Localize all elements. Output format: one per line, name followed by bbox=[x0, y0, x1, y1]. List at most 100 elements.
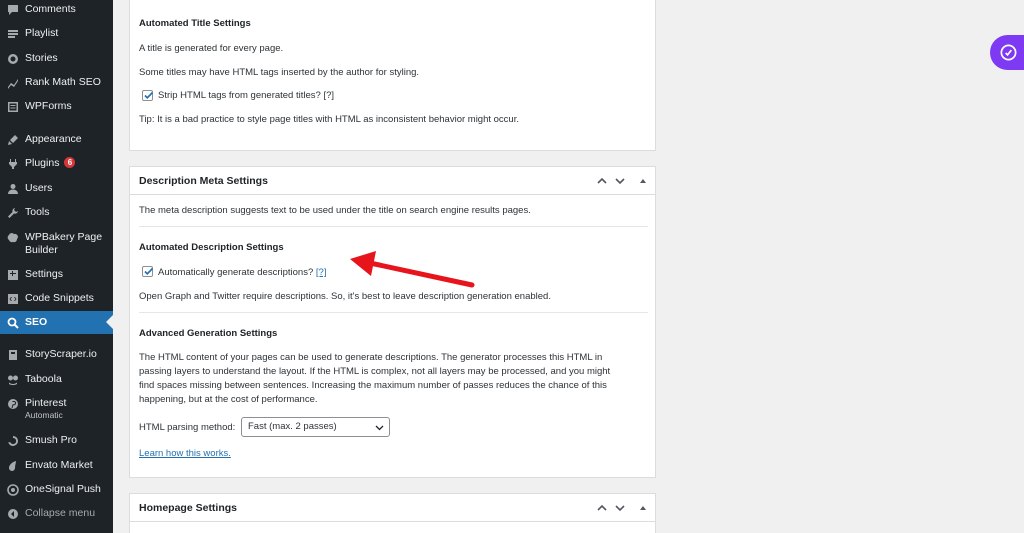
sidebar-item-label: Envato Market bbox=[25, 459, 93, 471]
parsing-method-label: HTML parsing method: bbox=[139, 422, 236, 433]
strip-html-help-link[interactable]: [?] bbox=[323, 90, 334, 101]
sidebar-item-label: Plugins bbox=[25, 157, 60, 169]
parsing-method-value: Fast (max. 2 passes) bbox=[248, 421, 337, 432]
advanced-generation-text: The HTML content of your pages can be us… bbox=[139, 352, 611, 405]
wpforms-icon bbox=[7, 101, 19, 113]
sidebar-item-storyscraper[interactable]: StoryScraper.io bbox=[0, 348, 113, 361]
description-intro: The meta description suggests text to be… bbox=[139, 205, 531, 216]
divider bbox=[139, 226, 648, 227]
update-count-badge: 6 bbox=[64, 157, 76, 168]
users-icon bbox=[7, 183, 19, 195]
sidebar-item-label: Appearance bbox=[25, 133, 82, 145]
smush-icon bbox=[7, 435, 19, 447]
onesignal-icon bbox=[7, 483, 19, 496]
sidebar-item-seo[interactable]: SEO bbox=[0, 311, 113, 334]
collapse-menu-button[interactable]: Collapse menu bbox=[0, 507, 113, 520]
code-snippets-icon bbox=[7, 293, 19, 305]
sidebar-item-label: Smush Pro bbox=[25, 434, 77, 446]
toggle-panel-icon[interactable] bbox=[636, 501, 650, 515]
sidebar-item-stories[interactable]: Stories bbox=[0, 52, 113, 65]
automated-description-heading: Automated Description Settings bbox=[139, 242, 284, 253]
move-up-icon[interactable] bbox=[595, 174, 609, 188]
strip-html-label[interactable]: Strip HTML tags from generated titles? bbox=[158, 90, 321, 101]
wpbakery-icon bbox=[7, 232, 19, 244]
title-tip: Tip: It is a bad practice to style page … bbox=[139, 114, 519, 125]
auto-description-help-link[interactable]: [?] bbox=[316, 267, 327, 278]
sidebar-item-label: Settings bbox=[25, 268, 63, 280]
checkmark-icon bbox=[144, 91, 154, 100]
sidebar-item-code-snippets[interactable]: Code Snippets bbox=[0, 292, 113, 305]
active-indicator bbox=[106, 315, 113, 329]
auto-description-label[interactable]: Automatically generate descriptions? bbox=[158, 267, 313, 278]
strip-html-checkbox[interactable] bbox=[142, 90, 154, 101]
title-settings-heading: Automated Title Settings bbox=[139, 18, 251, 29]
sidebar-item-label: OneSignal Push bbox=[25, 483, 101, 495]
checkmark-icon bbox=[144, 267, 154, 276]
automated-title-panel: Automated Title Settings A title is gene… bbox=[129, 0, 656, 151]
sidebar-item-label: WPBakery Page bbox=[25, 231, 103, 243]
sidebar-item-rank-math[interactable]: Rank Math SEO bbox=[0, 76, 113, 89]
plugins-icon bbox=[7, 158, 19, 170]
floating-assistant-button[interactable] bbox=[990, 35, 1024, 70]
chevron-down-icon bbox=[375, 425, 384, 431]
move-up-icon[interactable] bbox=[595, 501, 609, 515]
panel-title: Description Meta Settings bbox=[139, 175, 268, 187]
sidebar-item-label: Playlist bbox=[25, 27, 59, 39]
tools-icon bbox=[7, 207, 19, 219]
storyscraper-icon bbox=[7, 349, 19, 361]
appearance-icon bbox=[7, 134, 19, 146]
seo-icon bbox=[7, 317, 19, 329]
panel-header: Homepage Settings bbox=[130, 494, 655, 522]
toggle-panel-icon[interactable] bbox=[636, 174, 650, 188]
rank-math-icon bbox=[7, 77, 19, 89]
move-down-icon[interactable] bbox=[613, 174, 627, 188]
advanced-generation-heading: Advanced Generation Settings bbox=[139, 328, 278, 339]
sidebar-item-settings[interactable]: Settings bbox=[0, 268, 113, 281]
comments-icon bbox=[7, 4, 19, 16]
panel-header: Description Meta Settings bbox=[130, 167, 655, 195]
sidebar-item-smush[interactable]: Smush Pro bbox=[0, 434, 113, 447]
auto-description-checkbox[interactable] bbox=[142, 266, 154, 277]
sidebar-item-label: Users bbox=[25, 182, 53, 194]
homepage-settings-panel: Homepage Settings bbox=[129, 493, 656, 533]
sidebar-item-label: Pinterest bbox=[25, 397, 67, 409]
collapse-icon bbox=[7, 508, 19, 520]
divider bbox=[139, 312, 648, 313]
stories-icon bbox=[7, 53, 19, 65]
envato-icon bbox=[7, 460, 19, 472]
sidebar-item-comments[interactable]: Comments bbox=[0, 3, 113, 16]
move-down-icon[interactable] bbox=[613, 501, 627, 515]
sidebar-item-playlist[interactable]: Playlist bbox=[0, 27, 113, 40]
sidebar-item-users[interactable]: Users bbox=[0, 182, 113, 195]
sidebar-item-label: Code Snippets bbox=[25, 292, 94, 304]
title-info-line: A title is generated for every page. bbox=[139, 43, 284, 54]
pinterest-icon bbox=[7, 398, 19, 410]
sidebar-item-wpforms[interactable]: WPForms bbox=[0, 100, 113, 113]
sidebar-item-sublabel: Automatic bbox=[25, 410, 63, 420]
settings-icon bbox=[7, 269, 19, 281]
sidebar-item-plugins[interactable]: Plugins 6 bbox=[0, 157, 113, 170]
description-meta-panel: Description Meta Settings The meta descr… bbox=[129, 166, 656, 478]
assistant-icon bbox=[1000, 44, 1017, 61]
sidebar-item-label: Taboola bbox=[25, 373, 62, 385]
annotation-arrow-icon bbox=[350, 251, 475, 288]
title-html-note: Some titles may have HTML tags inserted … bbox=[139, 67, 420, 78]
sidebar-item-appearance[interactable]: Appearance bbox=[0, 133, 113, 146]
collapse-label: Collapse menu bbox=[25, 507, 96, 519]
sidebar-item-label: Rank Math SEO bbox=[25, 76, 101, 88]
sidebar-item-wpbakery[interactable]: WPBakery Page Builder bbox=[0, 231, 113, 257]
sidebar-item-label: SEO bbox=[25, 316, 48, 328]
admin-sidebar: Comments Playlist Stories Rank Math SEO … bbox=[0, 0, 113, 533]
sidebar-item-pinterest[interactable]: Pinterest Automatic bbox=[0, 397, 113, 421]
sidebar-item-label: Tools bbox=[25, 206, 50, 218]
sidebar-item-label-line2: Builder bbox=[25, 244, 58, 256]
sidebar-item-label: StoryScraper.io bbox=[25, 348, 97, 360]
sidebar-item-tools[interactable]: Tools bbox=[0, 206, 113, 219]
sidebar-item-taboola[interactable]: Taboola bbox=[0, 373, 113, 386]
panel-title: Homepage Settings bbox=[139, 502, 238, 514]
sidebar-item-label: Comments bbox=[25, 3, 76, 15]
learn-how-link[interactable]: Learn how this works. bbox=[139, 448, 231, 459]
sidebar-item-onesignal[interactable]: OneSignal Push bbox=[0, 483, 113, 496]
sidebar-item-envato[interactable]: Envato Market bbox=[0, 459, 113, 472]
parsing-method-select[interactable]: Fast (max. 2 passes) bbox=[241, 417, 390, 437]
